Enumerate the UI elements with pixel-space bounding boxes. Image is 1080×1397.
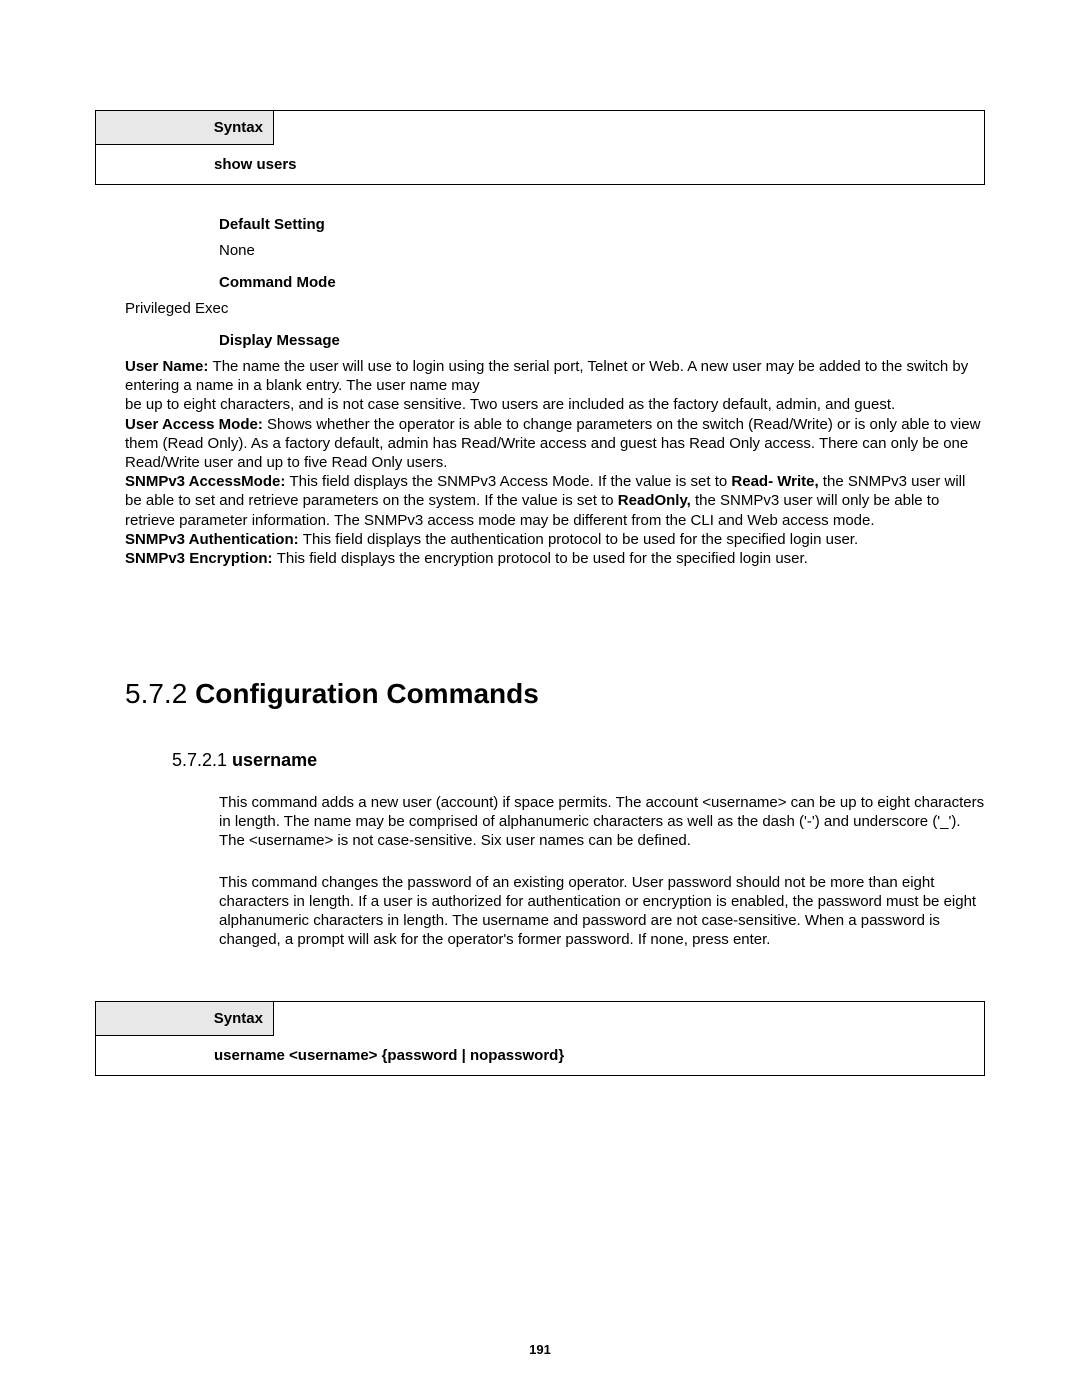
- user-name-line2: be up to eight characters, and is not ca…: [125, 395, 985, 414]
- subheading-title: username: [232, 750, 317, 770]
- snmp-access-mode-text: SNMPv3 AccessMode: This field displays t…: [125, 472, 985, 530]
- paragraph-2: This command changes the password of an …: [219, 873, 985, 950]
- main-heading: 5.7.2 Configuration Commands: [125, 678, 985, 710]
- command-mode-value: Privileged Exec: [125, 300, 985, 317]
- command-mode-label: Command Mode: [219, 274, 985, 291]
- syntax-box-1: Syntax show users: [95, 110, 985, 185]
- syntax-header-2: Syntax: [96, 1002, 274, 1036]
- syntax-body-1: show users: [96, 145, 984, 184]
- snmp-encrypt-desc: This field displays the encryption proto…: [277, 550, 808, 567]
- snmp-access-mode-bold: SNMPv3 AccessMode:: [125, 473, 290, 490]
- heading-title: Configuration Commands: [195, 678, 539, 709]
- paragraph-1: This command adds a new user (account) i…: [219, 793, 985, 851]
- subheading-num: 5.7.2.1: [172, 750, 232, 770]
- snmp-auth-bold: SNMPv3 Authentication:: [125, 531, 303, 548]
- snmp-access-bold3: ReadOnly,: [618, 492, 691, 509]
- display-message-label: Display Message: [219, 332, 985, 349]
- heading-num: 5.7.2: [125, 678, 195, 709]
- user-access-mode-text: User Access Mode: Shows whether the oper…: [125, 415, 985, 473]
- user-name-bold: User Name:: [125, 358, 213, 375]
- snmp-auth-text: SNMPv3 Authentication: This field displa…: [125, 530, 985, 549]
- snmp-encrypt-text: SNMPv3 Encryption: This field displays t…: [125, 549, 985, 568]
- default-setting-label: Default Setting: [219, 216, 985, 233]
- user-access-mode-bold: User Access Mode:: [125, 416, 267, 433]
- syntax-box-2: Syntax username <username> {password | n…: [95, 1001, 985, 1076]
- snmp-encrypt-bold: SNMPv3 Encryption:: [125, 550, 277, 567]
- snmp-access-bold2: Read- Write,: [731, 473, 818, 490]
- syntax-body-2: username <username> {password | nopasswo…: [96, 1036, 984, 1075]
- user-name-desc: The name the user will use to login usin…: [125, 358, 968, 394]
- snmp-auth-desc: This field displays the authentication p…: [303, 531, 858, 548]
- page-number: 191: [0, 1342, 1080, 1357]
- snmp-access-text1: This field displays the SNMPv3 Access Mo…: [290, 473, 732, 490]
- default-setting-value: None: [219, 242, 985, 259]
- syntax-header-1: Syntax: [96, 111, 274, 145]
- user-name-text: User Name: The name the user will use to…: [125, 357, 985, 395]
- sub-heading: 5.7.2.1 username: [172, 750, 985, 771]
